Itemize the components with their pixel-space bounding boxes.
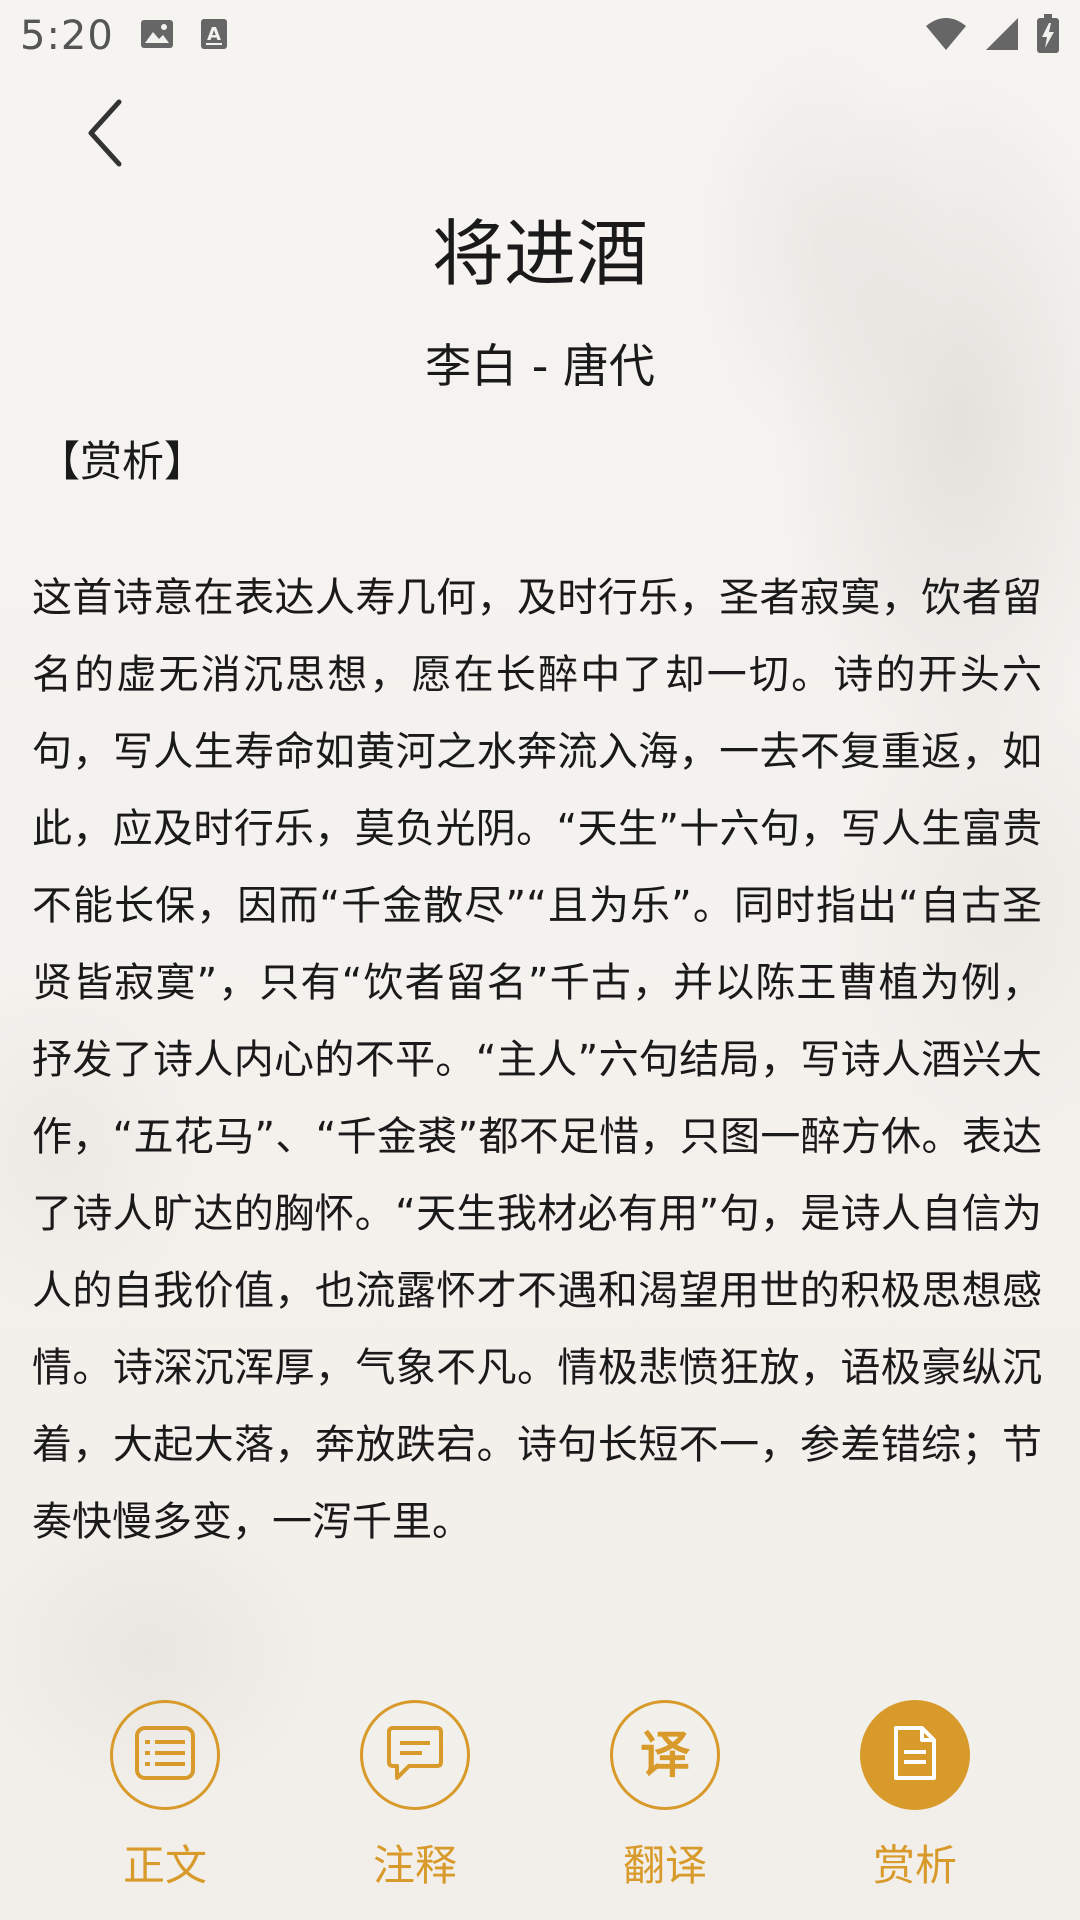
comment-icon [385, 1724, 445, 1786]
translate-icon: 译 [640, 1726, 690, 1784]
nav-item-translation[interactable]: 译 翻译 [575, 1700, 755, 1900]
status-right [924, 14, 1060, 58]
svg-text:A: A [207, 24, 221, 45]
nav-circle-translation: 译 [610, 1700, 720, 1810]
cellular-signal-icon [984, 16, 1020, 56]
list-icon [134, 1725, 196, 1785]
document-icon [892, 1724, 938, 1786]
nav-label-translation: 翻译 [622, 1841, 707, 1890]
image-notification-icon [140, 19, 174, 53]
chevron-left-icon [85, 98, 125, 172]
section-label: 【赏析】 [38, 437, 207, 486]
status-time: 5:20 [20, 13, 114, 59]
analysis-text: 这首诗意在表达人寿几何，及时行乐，圣者寂寞，饮者留名的虚无消沉思想，愿在长醉中了… [32, 575, 1042, 1545]
nav-item-main-text[interactable]: 正文 [75, 1700, 255, 1900]
nav-label-main-text: 正文 [122, 1841, 207, 1890]
nav-circle-appreciation [860, 1700, 970, 1810]
battery-icon [1036, 14, 1060, 58]
back-button[interactable] [70, 90, 140, 180]
nav-item-appreciation[interactable]: 赏析 [825, 1700, 1005, 1900]
bottom-nav: 正文 注释 译 翻译 赏析 [0, 1700, 1080, 1900]
nav-item-annotation[interactable]: 注释 [325, 1700, 505, 1900]
nav-label-appreciation: 赏析 [872, 1841, 957, 1890]
nav-circle-annotation [360, 1700, 470, 1810]
status-left: 5:20 A [20, 13, 228, 59]
nav-circle-main-text [110, 1700, 220, 1810]
text-notification-icon: A [200, 18, 228, 54]
poem-title: 将进酒 [431, 212, 648, 296]
nav-label-annotation: 注释 [372, 1841, 457, 1890]
wifi-icon [924, 16, 968, 56]
status-bar: 5:20 A [0, 0, 1080, 72]
poem-author-dynasty: 李白 - 唐代 [425, 339, 655, 393]
